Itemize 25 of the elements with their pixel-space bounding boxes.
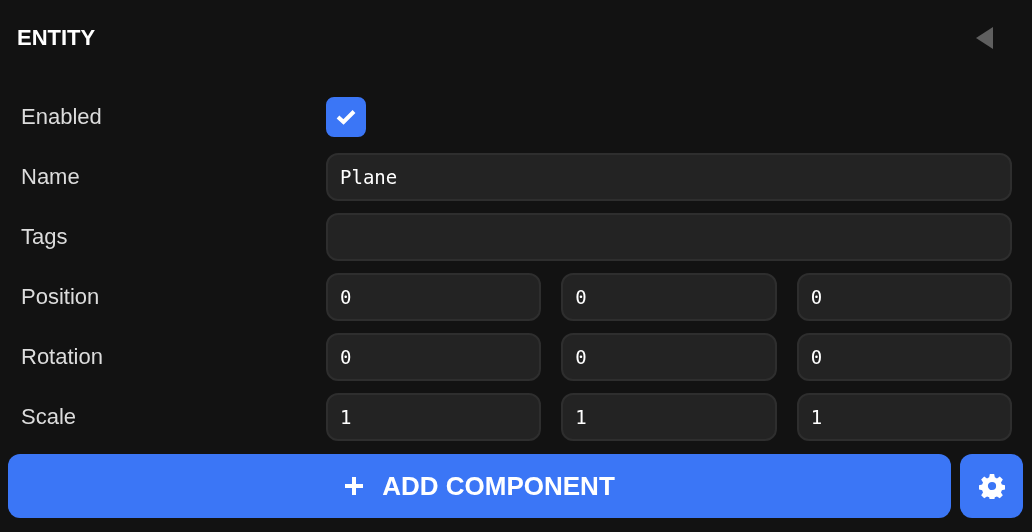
field-label: Tags [21, 224, 69, 250]
enabled-checkbox[interactable] [326, 97, 366, 137]
field-label: Enabled [21, 104, 103, 130]
number-field[interactable]: 1 [561, 393, 777, 441]
text-field[interactable]: Plane [326, 153, 1012, 201]
number-field[interactable]: 0 [561, 333, 777, 381]
settings-button[interactable] [960, 454, 1023, 518]
number-field[interactable]: 1 [326, 393, 542, 441]
number-field[interactable]: 0 [326, 333, 542, 381]
settings-icon [978, 473, 1005, 499]
number-field[interactable]: 0 [796, 273, 1012, 321]
text-field[interactable] [326, 213, 1012, 261]
panel-title: ENTITY [17, 25, 96, 51]
field-label: Name [21, 164, 81, 190]
number-field[interactable]: 1 [796, 393, 1012, 441]
field-label: Scale [21, 404, 78, 430]
check-icon [336, 109, 356, 125]
number-field[interactable]: 0 [326, 273, 542, 321]
number-field[interactable]: 0 [561, 273, 777, 321]
plus-icon [344, 476, 365, 496]
field-label: Position [21, 284, 101, 310]
number-field[interactable]: 0 [796, 333, 1012, 381]
field-label: Rotation [21, 344, 104, 370]
add-component-button[interactable]: ADD COMPONENT [8, 454, 951, 518]
collapse-icon[interactable] [976, 27, 994, 49]
